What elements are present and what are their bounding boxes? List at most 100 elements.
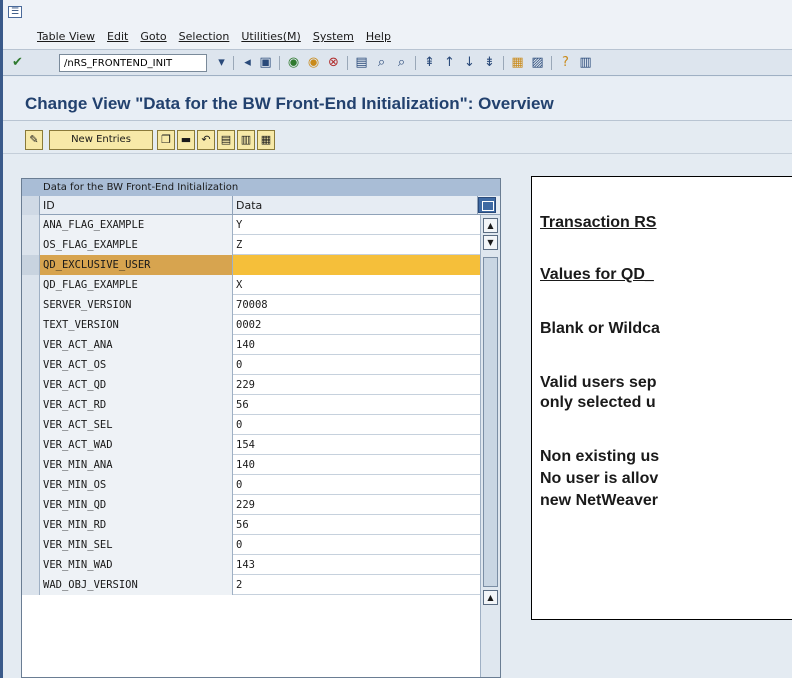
table-row[interactable]: VER_ACT_ANA 140 <box>22 335 480 355</box>
table-row[interactable]: OS_FLAG_EXAMPLE Z <box>22 235 480 255</box>
deselect-all-icon[interactable]: ▦ <box>257 130 275 150</box>
cell-data-input[interactable] <box>233 255 480 275</box>
scroll-page-down-icon[interactable]: ▼ <box>483 235 498 250</box>
row-selector[interactable] <box>22 335 40 355</box>
find-icon[interactable]: ⌕ <box>373 54 390 71</box>
print-icon[interactable]: ▤ <box>353 54 370 71</box>
table-row[interactable]: WAD_OBJ_VERSION 2 <box>22 575 480 595</box>
table-row[interactable]: VER_MIN_RD 56 <box>22 515 480 535</box>
cell-data-input[interactable]: 229 <box>233 375 480 395</box>
row-selector[interactable] <box>22 515 40 535</box>
cell-data-input[interactable]: 70008 <box>233 295 480 315</box>
command-field[interactable] <box>59 54 207 72</box>
cell-data-input[interactable]: 140 <box>233 455 480 475</box>
save-icon[interactable]: ▣ <box>257 54 274 71</box>
menu-goto[interactable]: Goto <box>140 30 166 43</box>
cell-data-input[interactable]: 0 <box>233 415 480 435</box>
table-row[interactable]: VER_MIN_WAD 143 <box>22 555 480 575</box>
row-selector[interactable] <box>22 535 40 555</box>
copy-as-icon[interactable]: ❐ <box>157 130 175 150</box>
cell-data-input[interactable]: 143 <box>233 555 480 575</box>
next-page-icon[interactable]: ↓ <box>461 54 478 71</box>
row-selector[interactable] <box>22 275 40 295</box>
previous-page-icon[interactable]: ↑ <box>441 54 458 71</box>
row-selector[interactable] <box>22 455 40 475</box>
row-selector[interactable] <box>22 555 40 575</box>
cell-data-input[interactable]: 0 <box>233 475 480 495</box>
scroll-up-icon[interactable]: ▲ <box>483 218 498 233</box>
row-selector[interactable] <box>22 375 40 395</box>
cell-data-input[interactable]: Z <box>233 235 480 255</box>
select-all-icon[interactable]: ▤ <box>217 130 235 150</box>
table-row[interactable]: VER_ACT_SEL 0 <box>22 415 480 435</box>
table-row[interactable]: ANA_FLAG_EXAMPLE Y <box>22 215 480 235</box>
row-selector[interactable] <box>22 255 40 275</box>
menu-edit[interactable]: Edit <box>107 30 128 43</box>
table-row[interactable]: VER_MIN_QD 229 <box>22 495 480 515</box>
find-next-icon[interactable]: ⌕ <box>393 54 410 71</box>
menu-help[interactable]: Help <box>366 30 391 43</box>
row-selector[interactable] <box>22 395 40 415</box>
row-selector[interactable] <box>22 235 40 255</box>
command-history-icon[interactable]: ▾ <box>213 54 230 71</box>
undo-change-icon[interactable]: ↶ <box>197 130 215 150</box>
display-change-icon[interactable]: ✎ <box>25 130 43 150</box>
table-row[interactable]: SERVER_VERSION 70008 <box>22 295 480 315</box>
cell-data-input[interactable]: X <box>233 275 480 295</box>
back-icon[interactable]: ◉ <box>285 54 302 71</box>
delete-icon[interactable]: ▬ <box>177 130 195 150</box>
exit-icon[interactable]: ◉ <box>305 54 322 71</box>
cell-data-input[interactable]: 0 <box>233 355 480 375</box>
cell-data-input[interactable]: Y <box>233 215 480 235</box>
menu-utilities[interactable]: Utilities(M) <box>241 30 300 43</box>
table-row[interactable]: QD_FLAG_EXAMPLE X <box>22 275 480 295</box>
table-row[interactable]: VER_MIN_OS 0 <box>22 475 480 495</box>
select-all-rows-button[interactable] <box>22 196 40 215</box>
table-row[interactable]: VER_ACT_RD 56 <box>22 395 480 415</box>
cell-data-input[interactable]: 0002 <box>233 315 480 335</box>
first-page-icon[interactable]: ⇞ <box>421 54 438 71</box>
row-selector[interactable] <box>22 475 40 495</box>
row-selector[interactable] <box>22 215 40 235</box>
cell-data-input[interactable]: 56 <box>233 515 480 535</box>
cancel-icon[interactable]: ⊗ <box>325 54 342 71</box>
cell-data-input[interactable]: 0 <box>233 535 480 555</box>
cell-data-input[interactable]: 229 <box>233 495 480 515</box>
table-row[interactable]: QD_EXCLUSIVE_USER <box>22 255 480 275</box>
cell-data-input[interactable]: 140 <box>233 335 480 355</box>
row-selector[interactable] <box>22 355 40 375</box>
last-page-icon[interactable]: ⇟ <box>481 54 498 71</box>
table-row[interactable]: VER_MIN_ANA 140 <box>22 455 480 475</box>
cell-data-input[interactable]: 2 <box>233 575 480 595</box>
layout-icon[interactable]: ▥ <box>577 54 594 71</box>
row-selector[interactable] <box>22 295 40 315</box>
cell-data-input[interactable]: 56 <box>233 395 480 415</box>
enter-icon[interactable]: ✔ <box>9 54 26 71</box>
select-block-icon[interactable]: ▥ <box>237 130 255 150</box>
scroll-bottom-up-icon[interactable]: ▲ <box>483 590 498 605</box>
column-header-id[interactable]: ID <box>40 196 233 215</box>
table-row[interactable]: VER_MIN_SEL 0 <box>22 535 480 555</box>
table-row[interactable]: VER_ACT_QD 229 <box>22 375 480 395</box>
help-icon[interactable]: ? <box>557 54 574 71</box>
shortcut-icon[interactable]: ▨ <box>529 54 546 71</box>
column-header-data[interactable]: Data <box>233 196 478 215</box>
create-session-icon[interactable]: ▦ <box>509 54 526 71</box>
row-selector[interactable] <box>22 415 40 435</box>
vertical-scrollbar[interactable]: ▲ ▼ ▲ <box>480 215 500 677</box>
table-row[interactable]: TEXT_VERSION 0002 <box>22 315 480 335</box>
new-entries-button[interactable]: New Entries <box>49 130 153 150</box>
table-row[interactable]: VER_ACT_OS 0 <box>22 355 480 375</box>
row-selector[interactable] <box>22 495 40 515</box>
cell-data-input[interactable]: 154 <box>233 435 480 455</box>
back-arrow-icon[interactable]: ◂ <box>239 54 256 71</box>
table-settings-icon[interactable] <box>478 197 496 213</box>
menu-table-view[interactable]: Table View <box>37 30 95 43</box>
table-row[interactable]: VER_ACT_WAD 154 <box>22 435 480 455</box>
menu-selection[interactable]: Selection <box>179 30 230 43</box>
row-selector[interactable] <box>22 315 40 335</box>
row-selector[interactable] <box>22 435 40 455</box>
menu-system[interactable]: System <box>313 30 354 43</box>
row-selector[interactable] <box>22 575 40 595</box>
system-menu-icon[interactable]: ☰ <box>8 6 22 18</box>
